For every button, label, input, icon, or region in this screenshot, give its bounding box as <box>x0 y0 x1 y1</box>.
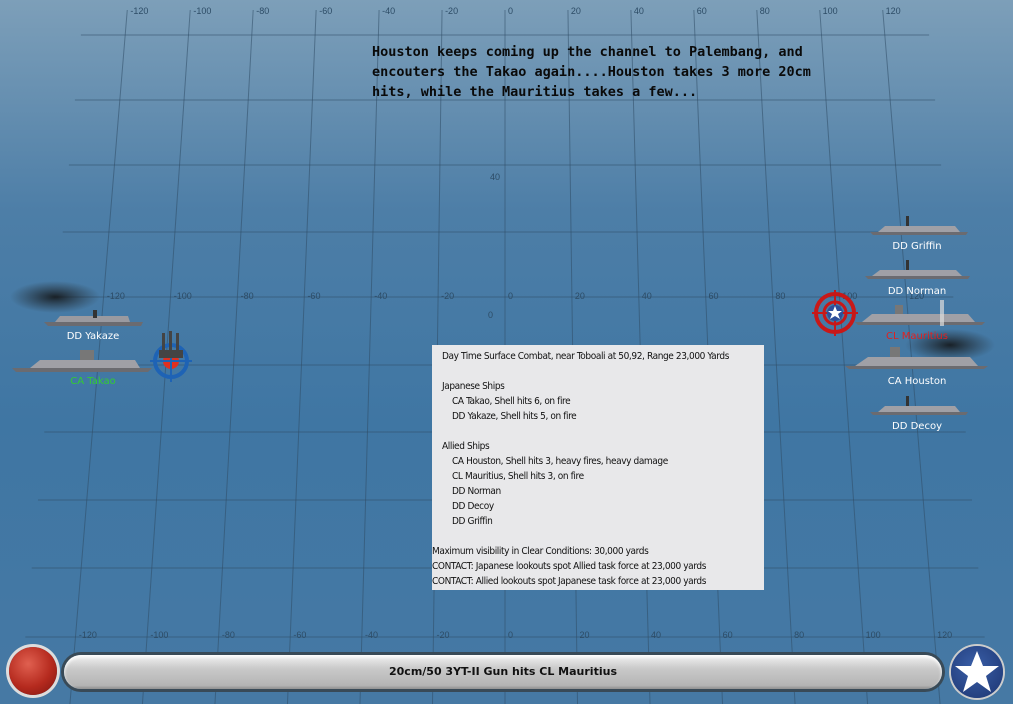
smoke <box>10 281 100 313</box>
report-line: CA Houston, Shell hits 3, heavy fires, h… <box>452 456 668 467</box>
report-line: DD Griffin <box>452 516 493 527</box>
report-line: CL Mauritius, Shell hits 3, on fire <box>452 471 584 482</box>
status-bar: 20cm/50 3YT-II Gun hits CL Mauritius <box>64 655 942 689</box>
report-title: Day Time Surface Combat, near Toboali at… <box>442 351 729 362</box>
report-note: CONTACT: Japanese lookouts spot Allied t… <box>432 561 706 572</box>
report-line: DD Decoy <box>452 501 494 512</box>
combat-report: Day Time Surface Combat, near Toboali at… <box>432 345 764 590</box>
ship-dd-griffin[interactable] <box>870 216 968 235</box>
ship-ca-takao[interactable] <box>12 350 152 372</box>
japanese-target-marker[interactable] <box>150 331 192 382</box>
ship-label: CA Houston <box>887 376 947 387</box>
allied-star-button[interactable] <box>951 646 1003 698</box>
japanese-header: Japanese Ships <box>442 381 505 392</box>
ship-label: DD Yakaze <box>66 331 120 342</box>
ship-cl-mauritius[interactable] <box>855 300 985 326</box>
allied-header: Allied Ships <box>442 441 490 452</box>
end-turn-button[interactable] <box>9 647 57 695</box>
ship-label: CA Takao <box>70 376 116 387</box>
status-text: 20cm/50 3YT-II Gun hits CL Mauritius <box>388 665 617 678</box>
report-line: CA Takao, Shell hits 6, on fire <box>452 396 571 407</box>
ship-dd-norman[interactable] <box>865 260 970 279</box>
star-icon <box>955 651 999 692</box>
report-note: Maximum visibility in Clear Conditions: … <box>432 546 649 557</box>
ship-label: DD Decoy <box>892 421 942 432</box>
report-note: CONTACT: Allied lookouts spot Japanese t… <box>432 576 706 587</box>
ship-label: DD Griffin <box>892 241 942 252</box>
ship-label: DD Norman <box>887 286 947 297</box>
report-line: DD Norman <box>452 486 501 497</box>
ship-label: CL Mauritius <box>886 331 948 342</box>
report-line: DD Yakaze, Shell hits 5, on fire <box>452 411 577 422</box>
allied-target-marker[interactable] <box>812 290 858 336</box>
ship-dd-decoy[interactable] <box>870 396 968 415</box>
